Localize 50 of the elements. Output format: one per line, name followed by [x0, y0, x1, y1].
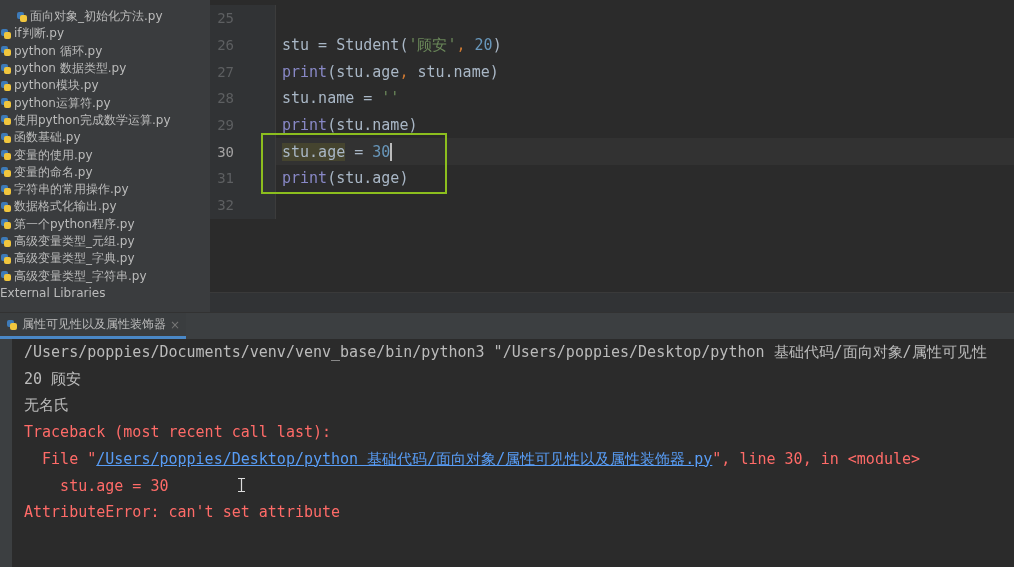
- python-file-icon: [0, 131, 12, 144]
- code-line: print(stu.age): [282, 169, 409, 188]
- python-file-icon: [0, 235, 12, 248]
- code-line: print(stu.age, stu.name): [282, 62, 499, 81]
- file-name[interactable]: python运算符.py: [14, 94, 111, 112]
- python-file-icon: [0, 270, 12, 283]
- python-file-icon: [0, 218, 12, 231]
- file-name[interactable]: 高级变量类型_字典.py: [14, 250, 135, 268]
- python-file-icon: [0, 166, 12, 179]
- python-file-icon: [0, 200, 12, 213]
- text-cursor-icon: [238, 478, 245, 492]
- file-name[interactable]: 函数基础.py: [14, 129, 81, 147]
- python-file-icon: [0, 183, 12, 196]
- python-file-icon: [0, 149, 12, 161]
- code-line: stu.age = 30: [282, 142, 392, 161]
- python-file-icon: [0, 62, 12, 75]
- file-name[interactable]: 变量的使用.py: [14, 146, 93, 164]
- python-file-icon: [0, 45, 12, 58]
- python-file-icon: [0, 114, 12, 127]
- file-name[interactable]: 数据格式化输出.py: [14, 198, 117, 216]
- file-name[interactable]: 第一个python程序.py: [14, 215, 135, 233]
- file-name[interactable]: 变量的命名.py: [14, 163, 93, 181]
- console-line: stu.age = 30: [59, 476, 169, 495]
- file-name[interactable]: 面向对象_初始化方法.py: [30, 8, 163, 26]
- file-name[interactable]: python模块.py: [14, 77, 99, 95]
- file-link[interactable]: /Users/poppies/Desktop/python 基础代码/面向对象/属性可见性以及属性装饰器.py: [96, 449, 713, 468]
- code-line: stu = Student('顾安', 20): [282, 35, 502, 55]
- console-line: File "/Users/poppies/Desktop/python 基础代码/面向对象/属性可见性以及属性装饰器.py", line 30, in <module>: [41, 449, 921, 469]
- python-file-icon: [0, 79, 12, 92]
- file-name[interactable]: python 数据类型.py: [14, 60, 127, 78]
- console-line: AttributeError: can't set attribute: [24, 503, 341, 522]
- file-name[interactable]: 高级变量类型_元组.py: [14, 233, 135, 250]
- python-file-icon: [16, 10, 28, 23]
- python-file-icon: [0, 97, 12, 110]
- line-number: 30: [210, 138, 276, 166]
- python-file-icon: [0, 252, 12, 265]
- console-line: Traceback (most recent call last):: [24, 423, 332, 442]
- file-name[interactable]: 使用python完成数学运算.py: [14, 111, 171, 129]
- tree-node[interactable]: External Libraries: [0, 286, 106, 301]
- console-line: 20 顾安: [24, 369, 82, 389]
- code-line: print(stu.name): [282, 116, 418, 135]
- console-line: /Users/poppies/Documents/venv/venv_base/bin/python3 "/Users/poppies/Desktop/python 基础代码/面向对象/属性可见性: [24, 342, 987, 362]
- python-file-icon: [6, 318, 18, 331]
- console-line: 无名氏: [24, 396, 69, 416]
- file-name[interactable]: if判断.py: [14, 25, 65, 43]
- file-name[interactable]: 字符串的常用操作.py: [14, 181, 129, 199]
- code-line: stu.name = '': [282, 89, 400, 108]
- python-file-icon: [0, 27, 12, 40]
- file-name[interactable]: 高级变量类型_字符串.py: [14, 267, 147, 285]
- file-name[interactable]: python 循环.py: [14, 42, 103, 60]
